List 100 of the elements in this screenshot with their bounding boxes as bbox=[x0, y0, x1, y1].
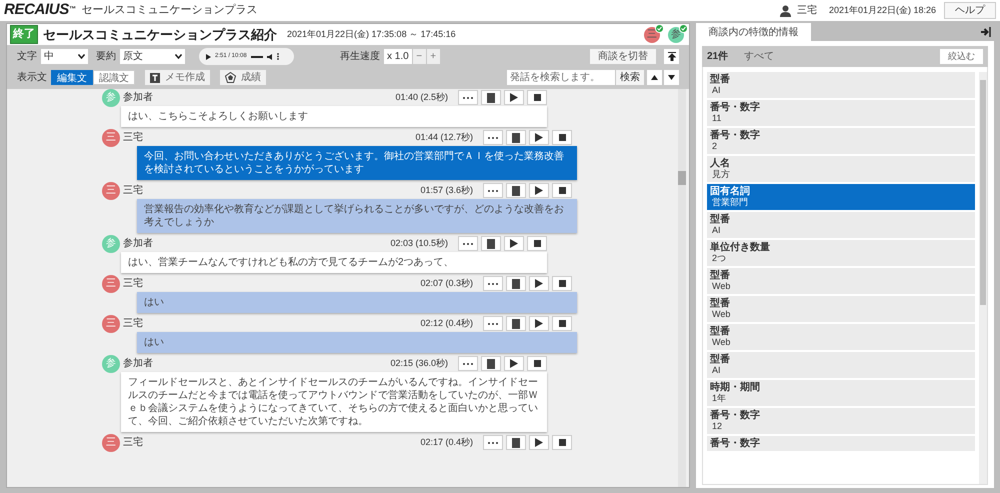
search-button[interactable]: 検索 bbox=[616, 70, 644, 85]
play-button[interactable] bbox=[529, 435, 549, 450]
stop-button[interactable] bbox=[552, 276, 572, 291]
score-button[interactable]: 成績 bbox=[220, 70, 266, 85]
speed-up-button[interactable]: + bbox=[426, 49, 440, 64]
entity-category: 型番 bbox=[710, 298, 731, 309]
entity-card[interactable]: 時期・期間 1年 bbox=[707, 380, 975, 406]
play-icon bbox=[510, 239, 518, 248]
entity-card[interactable]: 型番 Web bbox=[707, 268, 975, 294]
stop-button[interactable] bbox=[552, 130, 572, 145]
speech-bubble[interactable]: 今回、お問い合わせいただきありがとうございます。御社の営業部門でＡＩを使った業務改善を検討されているということをうかがっています bbox=[137, 146, 577, 180]
entity-card[interactable]: 型番 Web bbox=[707, 324, 975, 350]
stop-button[interactable] bbox=[527, 356, 547, 371]
filter-button[interactable]: 絞込む bbox=[940, 49, 983, 64]
more-button[interactable] bbox=[483, 435, 503, 450]
speech-bubble[interactable]: はい、こちらこそよろしくお願いします bbox=[121, 106, 547, 127]
more-button[interactable] bbox=[458, 90, 478, 105]
entity-category: 番号・数字 bbox=[710, 438, 761, 449]
play-button[interactable] bbox=[529, 130, 549, 145]
entity-card[interactable]: 番号・数字 12 bbox=[707, 408, 975, 434]
speech-bubble[interactable]: はい bbox=[137, 332, 577, 353]
note-button[interactable] bbox=[506, 435, 526, 450]
note-button[interactable] bbox=[481, 236, 501, 251]
utterance-time: 01:44 (12.7秒) bbox=[415, 130, 473, 144]
utterance-time: 02:15 (36.0秒) bbox=[390, 356, 448, 370]
search-field[interactable]: 発話を検索します。 bbox=[507, 70, 615, 85]
entity-category: 型番 bbox=[710, 326, 731, 337]
side-panel-tab[interactable]: 商談内の特徴的情報 bbox=[696, 23, 811, 41]
entity-card[interactable]: 単位付き数量 2つ bbox=[707, 240, 975, 266]
more-button[interactable] bbox=[458, 356, 478, 371]
entity-category: 単位付き数量 bbox=[710, 242, 771, 253]
note-button[interactable] bbox=[481, 356, 501, 371]
note-icon bbox=[512, 438, 520, 448]
entity-category: 番号・数字 bbox=[710, 102, 761, 113]
speech-bubble[interactable]: 営業報告の効率化や教育などが課題として挙げられることが多いですが、どのような改善をお考えでしょうか bbox=[137, 199, 577, 233]
scrollbar[interactable] bbox=[678, 89, 686, 487]
more-button[interactable] bbox=[483, 183, 503, 198]
entity-card[interactable]: 番号・数字 11 bbox=[707, 100, 975, 126]
play-icon bbox=[535, 186, 543, 195]
entity-card[interactable]: 型番 AI bbox=[707, 212, 975, 238]
more-button[interactable] bbox=[483, 276, 503, 291]
side-scrollbar[interactable] bbox=[979, 72, 987, 484]
speech-bubble[interactable]: はい、営業チームなんですけれども私の方で見てるチームが2つあって、 bbox=[121, 252, 547, 273]
stop-button[interactable] bbox=[527, 90, 547, 105]
scroll-top-icon bbox=[668, 52, 676, 61]
play-button[interactable] bbox=[504, 236, 524, 251]
stop-icon bbox=[558, 320, 566, 327]
entity-card[interactable]: 人名 見方 bbox=[707, 156, 975, 182]
note-button[interactable] bbox=[506, 183, 526, 198]
current-datetime: 2021年01月22日(金) 18:26 bbox=[828, 4, 936, 17]
more-button[interactable] bbox=[483, 316, 503, 331]
entity-card[interactable]: 固有名詞 営業部門 bbox=[707, 184, 975, 210]
speaker-avatar: 三 bbox=[102, 434, 120, 452]
speaker-avatar: 参 bbox=[102, 234, 120, 252]
play-button[interactable] bbox=[504, 90, 524, 105]
stop-button[interactable] bbox=[527, 236, 547, 251]
play-button[interactable] bbox=[529, 316, 549, 331]
kebab-icon[interactable] bbox=[276, 53, 279, 60]
session-period: 2021年01月22日(金) 17:35:08 ～ 17:45:16 bbox=[287, 28, 456, 41]
entity-card[interactable]: 型番 AI bbox=[707, 352, 975, 378]
speech-bubble[interactable]: フィールドセールスと、あとインサイドセールスのチームがいるんですね。インサイドセールスのチームだと今までは電話を使ってアウトバウンドで営業活動をしていたのが、一部Ｗｅｂ会議システムを使うようになってきていて、そちらの方で使えると面白いかと思っていて、今回、ご紹介依頼させていただいた次第ですね。 bbox=[121, 372, 547, 432]
summary-label: 要約 bbox=[96, 50, 116, 64]
side-scrollbar-thumb[interactable] bbox=[980, 80, 986, 305]
speech-bubble[interactable]: はい bbox=[137, 292, 577, 313]
scrollbar-thumb[interactable] bbox=[678, 171, 686, 185]
speed-down-button[interactable]: − bbox=[412, 49, 426, 64]
display-toggle[interactable]: 編集文 bbox=[51, 70, 93, 85]
speaker-avatar: 三 bbox=[102, 274, 120, 292]
entity-value: 11 bbox=[711, 113, 722, 124]
speaker-avatar: 参 bbox=[102, 354, 120, 372]
utterance-time: 01:57 (3.6秒) bbox=[420, 184, 473, 197]
scroll-top-button[interactable] bbox=[664, 49, 679, 64]
play-button[interactable] bbox=[504, 356, 524, 371]
switch-session-button[interactable]: 商談を切替 bbox=[590, 49, 656, 64]
entity-card[interactable]: 番号・数字 bbox=[707, 436, 975, 451]
memo-button[interactable]: メモ作成 bbox=[145, 70, 210, 85]
play-button[interactable] bbox=[529, 183, 549, 198]
note-button[interactable] bbox=[506, 130, 526, 145]
more-button[interactable] bbox=[458, 236, 478, 251]
entity-card[interactable]: 型番 Web bbox=[707, 296, 975, 322]
stop-button[interactable] bbox=[552, 183, 572, 198]
stop-button[interactable] bbox=[552, 435, 572, 450]
note-button[interactable] bbox=[506, 316, 526, 331]
note-button[interactable] bbox=[481, 90, 501, 105]
play-button[interactable] bbox=[529, 276, 549, 291]
display-toggle[interactable]: 認識文 bbox=[93, 70, 135, 85]
help-button[interactable]: ヘルプ bbox=[944, 2, 996, 19]
entity-value: Web bbox=[711, 309, 732, 320]
font-select[interactable]: 中 bbox=[41, 49, 88, 64]
previous-button[interactable] bbox=[647, 70, 662, 85]
summary-select[interactable]: 原文 bbox=[120, 49, 185, 64]
more-button[interactable] bbox=[483, 130, 503, 145]
stop-button[interactable] bbox=[552, 316, 572, 331]
entity-card[interactable]: 型番 AI bbox=[707, 72, 975, 98]
entity-value: 1年 bbox=[711, 393, 728, 404]
next-button[interactable] bbox=[664, 70, 679, 85]
note-button[interactable] bbox=[506, 276, 526, 291]
font-label: 文字 bbox=[17, 50, 37, 64]
up-triangle-icon bbox=[651, 75, 658, 80]
entity-card[interactable]: 番号・数字 2 bbox=[707, 128, 975, 154]
